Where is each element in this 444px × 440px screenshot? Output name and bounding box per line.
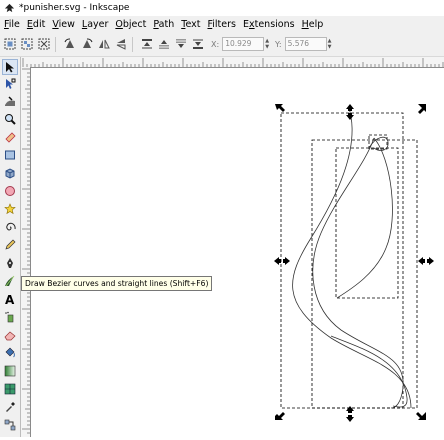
drawing-canvas[interactable] (31, 68, 444, 437)
object-bbox-1 (311, 139, 418, 409)
window-title: *punisher.svg - Inkscape (19, 3, 130, 13)
drawing-svg (274, 104, 434, 422)
select-all-in-all-layers-icon[interactable] (19, 37, 34, 52)
scale-handle-e (418, 257, 434, 265)
menu-filters[interactable]: Filters (203, 19, 239, 30)
mesh-icon[interactable] (2, 381, 18, 397)
menu-edit[interactable]: Edit (23, 19, 48, 30)
menu-help[interactable]: Help (298, 19, 327, 30)
x-label: X: (211, 39, 220, 49)
svg-text:A: A (5, 293, 15, 305)
text-icon[interactable]: A (2, 291, 18, 307)
scale-handle-se (416, 412, 426, 420)
selector-icon[interactable] (2, 59, 18, 75)
tool-tooltip: Draw Bezier curves and straight lines (S… (21, 276, 213, 291)
tweak-icon[interactable] (2, 93, 18, 109)
paint-bucket-icon[interactable] (2, 345, 18, 361)
pencil-icon[interactable] (2, 237, 18, 253)
spray-icon[interactable] (2, 309, 18, 325)
gradient-icon[interactable] (2, 363, 18, 379)
menu-view[interactable]: View (48, 19, 78, 30)
vertical-ruler[interactable] (21, 67, 31, 437)
menu-extensions[interactable]: Extensions (239, 19, 298, 30)
toolbar-separator (132, 36, 133, 52)
horizontal-ruler[interactable] (21, 57, 444, 68)
scale-handle-nw (275, 104, 285, 112)
select-all-icon[interactable] (2, 37, 17, 52)
inkscape-icon (4, 3, 15, 12)
toolbox: A (0, 57, 21, 437)
spiral-icon[interactable] (2, 219, 18, 235)
x-coordinate-input[interactable] (222, 37, 265, 51)
lower-icon[interactable] (173, 37, 188, 52)
lower-to-bottom-icon[interactable] (190, 37, 205, 52)
scale-handle-ne (418, 104, 426, 114)
y-label: Y: (275, 39, 282, 49)
menu-bar: File Edit View Layer Object Path Text Fi… (0, 16, 444, 32)
raise-to-top-icon[interactable] (139, 37, 154, 52)
connector-icon[interactable] (2, 417, 18, 433)
x-spinner[interactable]: ▲ ▼ (265, 38, 269, 50)
rotate-ccw-icon[interactable] (62, 37, 77, 52)
deselect-icon[interactable] (36, 37, 51, 52)
raise-icon[interactable] (156, 37, 171, 52)
y-coordinate-input[interactable] (284, 37, 327, 51)
curve-inner[interactable] (336, 137, 393, 299)
menu-text[interactable]: Text (177, 19, 203, 30)
flip-horizontal-icon[interactable] (96, 37, 111, 52)
menu-path[interactable]: Path (149, 19, 177, 30)
horizontal-ruler-ticks (22, 58, 444, 67)
scale-handle-sw (275, 412, 285, 420)
tool-controls-bar: X: ▲▼ Y: ▲▼ (0, 32, 444, 57)
vertical-ruler-ticks (22, 68, 30, 434)
node-editor-icon[interactable] (2, 76, 18, 92)
eraser-icon[interactable] (2, 327, 18, 343)
menu-object[interactable]: Object (111, 19, 149, 30)
scale-handle-w (274, 257, 290, 265)
dropper-icon[interactable] (2, 399, 18, 415)
curve-loop-bottom[interactable] (330, 335, 408, 408)
selection-bbox (280, 112, 404, 409)
box-3d-icon[interactable] (2, 165, 18, 181)
rectangle-icon[interactable] (2, 147, 18, 163)
rotate-cw-icon[interactable] (79, 37, 94, 52)
ellipse-icon[interactable] (2, 183, 18, 199)
calligraphy-icon[interactable] (2, 273, 18, 289)
measure-icon[interactable] (2, 129, 18, 145)
star-icon[interactable] (2, 201, 18, 217)
toolbar-separator (55, 36, 56, 52)
curve-outer[interactable] (292, 107, 412, 409)
y-spinner[interactable]: ▲ ▼ (328, 38, 332, 50)
title-bar: *punisher.svg - Inkscape (0, 0, 444, 16)
bezier-pen-icon[interactable] (2, 255, 18, 271)
menu-layer[interactable]: Layer (78, 19, 112, 30)
flip-vertical-icon[interactable] (113, 37, 128, 52)
menu-file[interactable]: File (0, 19, 23, 30)
zoom-icon[interactable] (2, 111, 18, 127)
